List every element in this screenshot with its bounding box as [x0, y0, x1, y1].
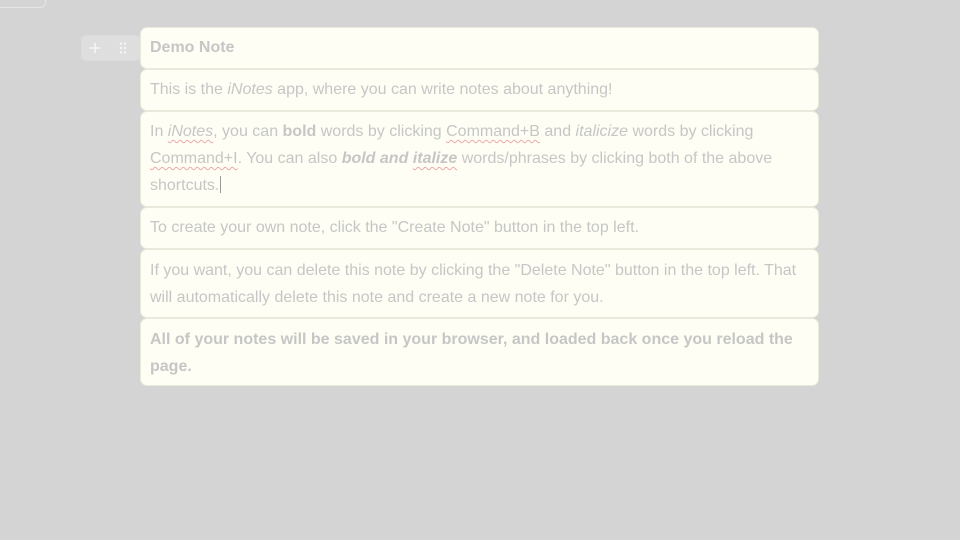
- formatting-app-name: iNotes: [167, 123, 214, 140]
- plus-icon: [89, 42, 101, 54]
- formatting-text: and: [539, 123, 576, 140]
- formatting-text: . You can also: [237, 150, 342, 167]
- shortcut-italic: Command+I: [150, 150, 238, 167]
- intro-block[interactable]: This is the iNotes app, where you can wr…: [141, 70, 818, 110]
- delete-hint-text: If you want, you can delete this note by…: [150, 262, 797, 306]
- intro-text-2: app, where you can write notes about any…: [272, 81, 613, 98]
- drag-handle-button[interactable]: [109, 35, 137, 61]
- note-title: Demo Note: [150, 39, 235, 56]
- delete-hint-block[interactable]: If you want, you can delete this note by…: [141, 250, 818, 317]
- formatting-text: words by clicking: [316, 123, 447, 140]
- bold-example: bold: [282, 123, 317, 140]
- note-title-block[interactable]: Demo Note: [141, 28, 818, 68]
- formatting-text: words by clicking: [628, 123, 754, 140]
- intro-text-1: This is the: [150, 81, 228, 98]
- saved-hint-text: All of your notes will be saved in your …: [150, 331, 793, 375]
- create-hint-text: To create your own note, click the "Crea…: [150, 219, 639, 236]
- editor-canvas: Demo Note This is the iNotes app, where …: [0, 0, 960, 540]
- italic-example: italicize: [575, 123, 629, 140]
- add-block-button[interactable]: [81, 35, 109, 61]
- bold-italic-misspelled: italize: [412, 150, 458, 167]
- intro-app-name: iNotes: [227, 81, 273, 98]
- formatting-text: In: [150, 123, 168, 140]
- shortcut-bold: Command+B: [446, 123, 540, 140]
- block-controls: [81, 35, 141, 61]
- formatting-text: , you can: [213, 123, 283, 140]
- corner-tab[interactable]: [0, 0, 46, 8]
- create-hint-block[interactable]: To create your own note, click the "Crea…: [141, 208, 818, 248]
- drag-handle-icon: [119, 42, 127, 54]
- bold-italic-example: bold and: [341, 150, 413, 167]
- saved-hint-block[interactable]: All of your notes will be saved in your …: [141, 319, 818, 385]
- formatting-block[interactable]: In iNotes, you can bold words by clickin…: [141, 112, 818, 206]
- text-caret: [220, 176, 222, 193]
